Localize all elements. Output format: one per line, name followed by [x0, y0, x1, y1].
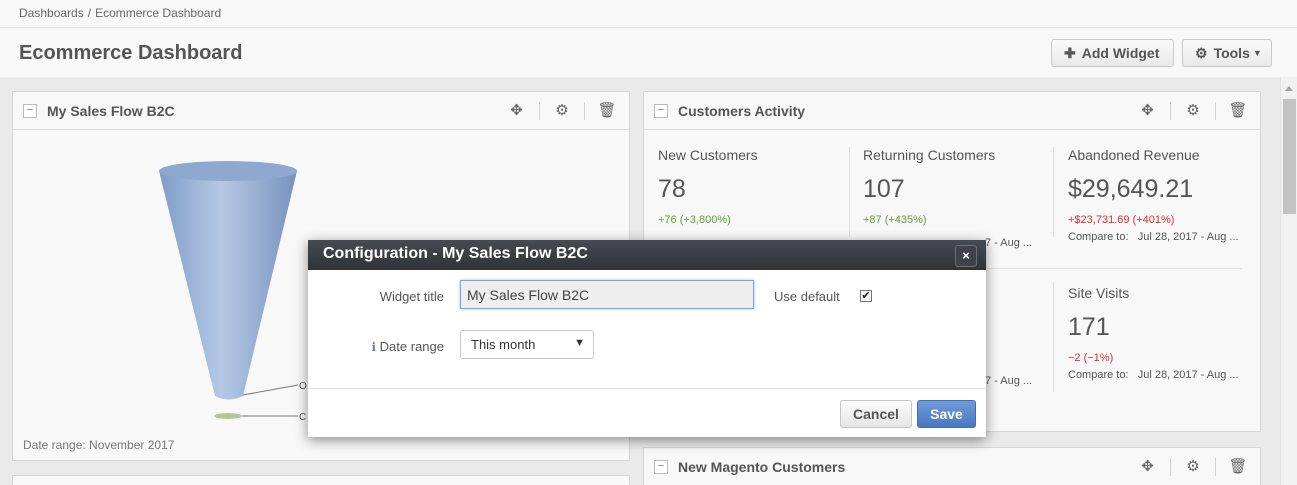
use-default-checkbox[interactable]: ✔ [860, 290, 872, 302]
breadcrumb-dashboards[interactable]: Dashboards [19, 6, 84, 20]
collapse-button[interactable]: − [23, 103, 37, 118]
move-icon[interactable]: ✥ [1125, 458, 1170, 476]
use-default-label: Use default [774, 289, 840, 304]
metric-label: New Customers [658, 147, 758, 163]
page-header: Ecommerce Dashboard ✚ Add Widget ⚙ Tools… [0, 29, 1297, 77]
widget-title: My Sales Flow B2C [47, 102, 175, 119]
save-button[interactable]: Save [917, 400, 976, 428]
metric-change: −2 (−1%) [1068, 352, 1114, 364]
gear-icon[interactable]: ⚙ [1170, 102, 1215, 120]
widget-title-label: Widget title [379, 289, 444, 304]
funnel-label: O [299, 381, 307, 392]
compare-label: Compare to: [1068, 231, 1129, 243]
add-widget-button[interactable]: ✚ Add Widget [1051, 39, 1174, 67]
add-widget-label: Add Widget [1081, 45, 1160, 61]
metric-compare: 7 - Aug ... [985, 237, 1033, 249]
gear-icon[interactable]: ⚙ [1170, 458, 1215, 476]
divider [1053, 147, 1054, 237]
date-range-text: Date range: November 2017 [23, 438, 175, 452]
plus-icon: ✚ [1064, 44, 1076, 61]
widget-header: − My Sales Flow B2C ✥ ⚙ 🗑 [13, 92, 629, 130]
dropdown-arrow-icon: ▼ [574, 337, 585, 349]
metric-value: $29,649.21 [1068, 175, 1194, 203]
widget-header: − New Magento Customers ✥ ⚙ 🗑 [644, 448, 1260, 485]
divider [1053, 282, 1054, 392]
funnel-body [159, 171, 297, 400]
info-icon: ℹ [371, 340, 377, 354]
widget-new-magento-customers: − New Magento Customers ✥ ⚙ 🗑 [643, 447, 1261, 485]
metric-label: Abandoned Revenue [1068, 147, 1200, 163]
metric-label: Site Visits [1068, 285, 1130, 301]
caret-down-icon: ▼ [1252, 48, 1262, 58]
page-scrollbar[interactable] [1280, 77, 1297, 485]
widget-title: Customers Activity [678, 102, 806, 119]
metric-returning-customers: Returning Customers 107 +87 (+435%) [863, 147, 995, 226]
divider [849, 147, 850, 237]
configuration-dialog: Configuration - My Sales Flow B2C × Widg… [308, 240, 986, 437]
funnel-bottom-slice [214, 413, 242, 419]
widget-title-input[interactable] [460, 280, 754, 309]
widget-title: New Magento Customers [678, 458, 846, 475]
trash-icon[interactable]: 🗑 [584, 102, 629, 120]
metric-compare: 7 - Aug ... [985, 375, 1033, 387]
date-range-selected: This month [471, 337, 536, 352]
scroll-thumb[interactable] [1283, 99, 1296, 214]
widget-tools: ✥ ⚙ 🗑 [1125, 92, 1260, 130]
page-title: Ecommerce Dashboard [19, 42, 243, 64]
cancel-button[interactable]: Cancel [840, 400, 912, 428]
compare-value: Jul 28, 2017 - Aug ... [1137, 231, 1239, 243]
close-icon[interactable]: × [955, 245, 977, 267]
collapse-button[interactable]: − [654, 459, 668, 474]
funnel-label: C [299, 412, 306, 423]
move-icon[interactable]: ✥ [1125, 102, 1170, 120]
funnel-top [159, 161, 297, 181]
compare-label: Compare to: [1068, 369, 1129, 381]
widget-tools: ✥ ⚙ 🗑 [1125, 448, 1260, 485]
metric-value: 78 [658, 175, 686, 203]
collapse-button[interactable]: − [654, 103, 668, 118]
gear-icon[interactable]: ⚙ [539, 102, 584, 120]
trash-icon[interactable]: 🗑 [1215, 458, 1260, 476]
widget-partial [12, 475, 630, 485]
move-icon[interactable]: ✥ [494, 102, 539, 120]
metric-compare: Compare to: Jul 28, 2017 - Aug ... [1068, 231, 1248, 243]
gear-icon: ⚙ [1195, 44, 1208, 61]
funnel-label-line [242, 384, 299, 396]
tools-label: Tools [1213, 45, 1250, 61]
compare-value: Jul 28, 2017 - Aug ... [1137, 369, 1239, 381]
metric-label: Returning Customers [863, 147, 996, 163]
scroll-up-arrow[interactable] [1285, 86, 1293, 91]
metric-abandoned-revenue: Abandoned Revenue $29,649.21 +$23,731.69… [1068, 147, 1248, 243]
breadcrumb: Dashboards / Ecommerce Dashboard [0, 0, 1297, 28]
dialog-title: Configuration - My Sales Flow B2C [323, 245, 588, 262]
metric-new-customers: New Customers 78 +76 (+3,800%) [658, 147, 758, 226]
metric-change: +87 (+435%) [863, 214, 927, 226]
breadcrumb-separator: / [87, 6, 92, 20]
date-range-select[interactable]: This month ▼ [460, 330, 594, 359]
trash-icon[interactable]: 🗑 [1215, 102, 1260, 120]
dialog-header: Configuration - My Sales Flow B2C × [308, 240, 986, 270]
widget-header: − Customers Activity ✥ ⚙ 🗑 [644, 92, 1260, 130]
date-range-label-row: ℹ Date range [348, 339, 444, 354]
metric-compare: Compare to: Jul 28, 2017 - Aug ... [1068, 369, 1248, 381]
dialog-footer: Cancel Save [308, 388, 986, 437]
date-range-label: Date range [379, 339, 444, 354]
widget-tools: ✥ ⚙ 🗑 [494, 92, 629, 130]
metric-change: +76 (+3,800%) [658, 214, 731, 226]
metric-value: 107 [863, 175, 905, 203]
metric-change: +$23,731.69 (+401%) [1068, 214, 1175, 226]
metric-value: 171 [1068, 313, 1110, 341]
tools-dropdown-button[interactable]: ⚙ Tools ▼ [1182, 39, 1272, 67]
metric-site-visits: Site Visits 171 −2 (−1%) Compare to: Jul… [1068, 285, 1248, 381]
breadcrumb-current: Ecommerce Dashboard [95, 6, 222, 20]
